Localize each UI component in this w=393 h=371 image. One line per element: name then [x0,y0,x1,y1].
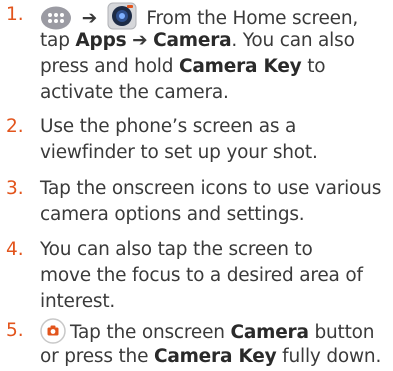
step-number: 5. [6,320,24,341]
camera-key-label: Camera Key [178,56,302,77]
step-number: 2. [6,116,24,137]
apps-label: Apps [75,30,127,51]
step-number: 1. [6,4,24,25]
step-1-line-1: From the Home screen, [146,8,359,29]
step-text: ➔ From the Home screen, tap Apps ➔ Camer… [40,2,392,106]
step-text: Tap the onscreen icons to use various ca… [40,178,382,225]
step-number: 3. [6,178,24,199]
camera-button-label: Camera [230,322,309,343]
step-number: 4. [6,239,24,260]
step-text: You can also tap the screen to move the … [40,239,363,312]
step-text: Use the phone’s screen as a viewfinder t… [40,116,318,163]
arrow-glyph: ➔ [81,8,98,29]
camera-label: Camera [153,30,232,51]
camera-key-label: Camera Key [153,346,277,367]
step-text: Tap the onscreen Camera button or press … [40,318,392,370]
